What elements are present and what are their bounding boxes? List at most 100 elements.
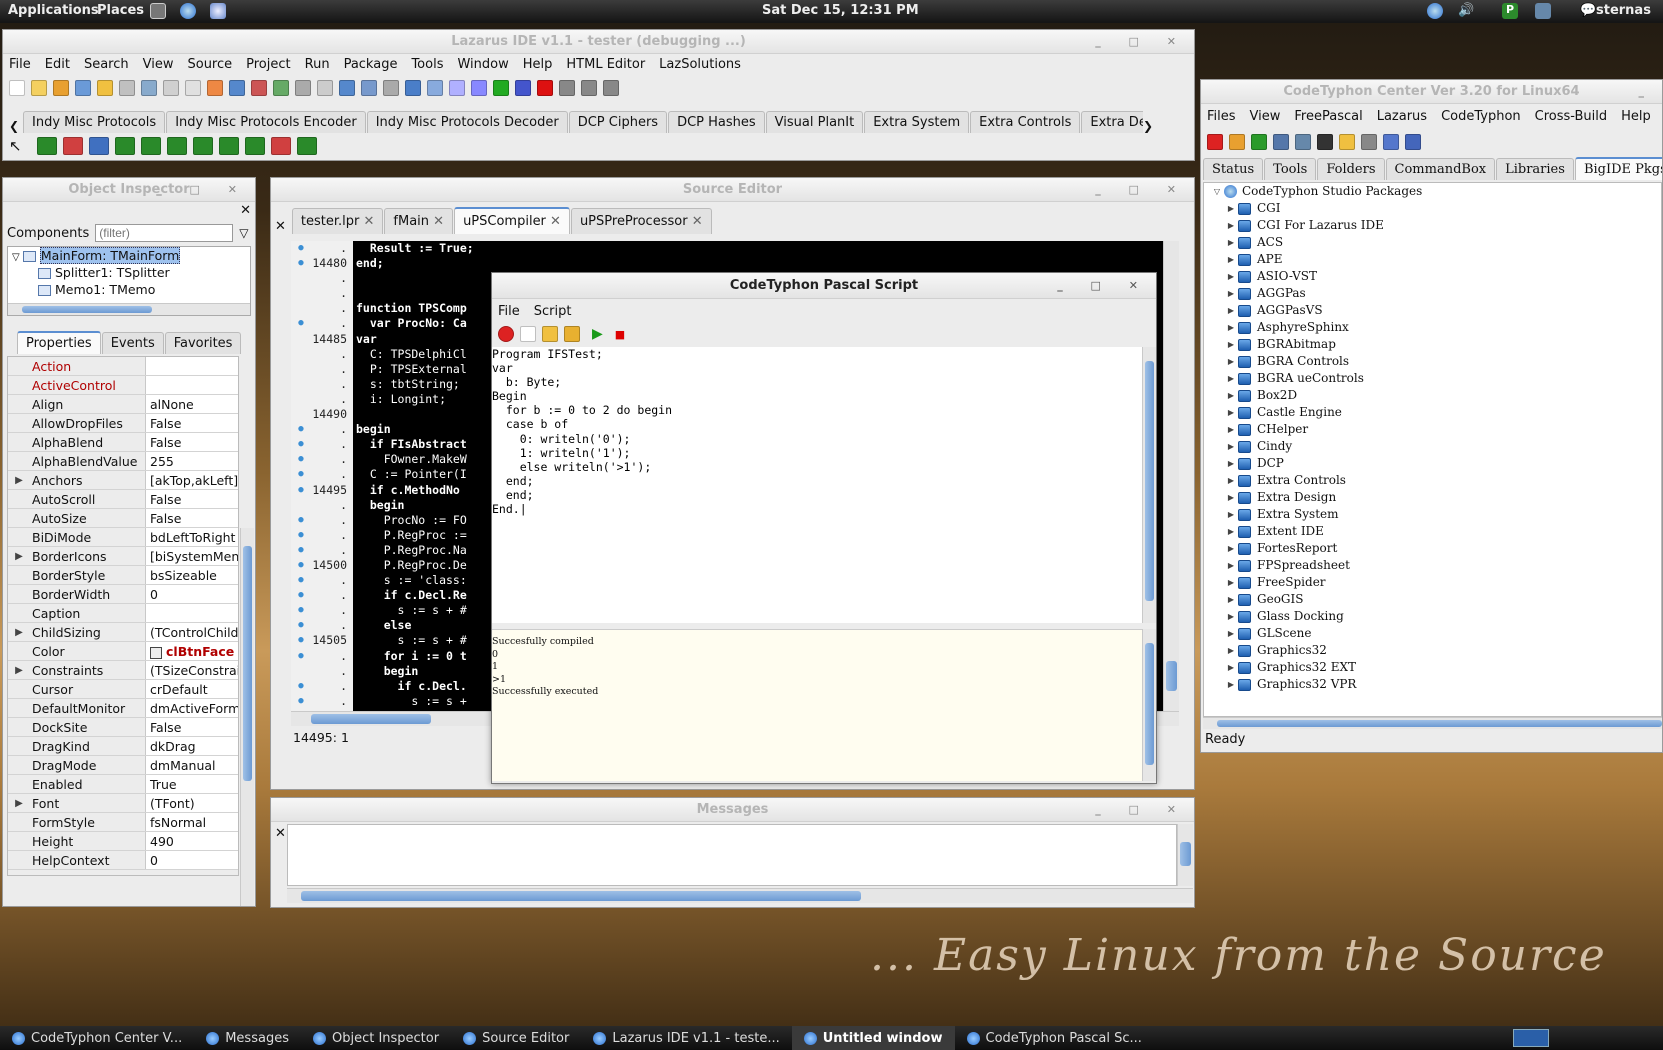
property-value[interactable]: bsSizeable [146,566,238,584]
property-value[interactable]: fsNormal [146,813,238,831]
package-item[interactable]: ▶ Graphics32 [1210,642,1661,659]
toolbar-tool-4-icon[interactable] [75,80,91,96]
toolbar-tool-14-icon[interactable] [295,80,311,96]
package-item[interactable]: ▶ Box2D [1210,387,1661,404]
property-row[interactable]: ▶ BorderIcons [biSystemMen [8,547,238,566]
breakpoint-marker-icon[interactable] [291,392,311,407]
window-controls[interactable]: _ [1639,80,1657,104]
taskbar-item-codetyphon-center-v[interactable]: CodeTyphon Center V... [0,1026,194,1050]
center-tool-1-icon[interactable] [1207,134,1223,150]
expand-icon[interactable]: ▶ [1224,455,1238,472]
center-tab-folders[interactable]: Folders [1317,158,1385,180]
package-item[interactable]: ▶ DCP [1210,455,1661,472]
pascal-script-component-3-icon[interactable] [89,137,109,155]
expand-icon[interactable]: ▶ [1224,659,1238,676]
center-menu-cross-build[interactable]: Cross-Build [1535,109,1608,124]
expand-icon[interactable]: ▶ [1224,200,1238,217]
property-value[interactable]: alNone [146,395,238,413]
package-item[interactable]: ▶ ASIO-VST [1210,268,1661,285]
window-controls[interactable]: _ □ ✕ [1095,178,1188,202]
codetyphon-icon[interactable] [180,3,196,19]
package-item[interactable]: ▶ CGI [1210,200,1661,217]
property-row[interactable]: ActiveControl [8,376,238,395]
menu-source[interactable]: Source [187,57,232,72]
expand-icon[interactable]: ▶ [1224,404,1238,421]
toolbar-tool-9-icon[interactable] [185,80,201,96]
center-menu-files[interactable]: Files [1207,109,1236,124]
property-row[interactable]: Color clBtnFace [8,642,238,661]
center-tool-9-icon[interactable] [1383,134,1399,150]
menu-help[interactable]: Help [523,57,553,72]
editor-vertical-scrollbar[interactable] [1163,241,1179,711]
package-item[interactable]: ▶ Extra System [1210,506,1661,523]
palette-tab-dcp-ciphers[interactable]: DCP Ciphers [568,111,668,133]
package-item[interactable]: ▶ FreeSpider [1210,574,1661,591]
palette-tab-indy-misc-protocols-decoder[interactable]: Indy Misc Protocols Decoder [366,111,568,133]
toolbar-tool-18-icon[interactable] [383,80,399,96]
expand-icon[interactable]: ▶ [1224,251,1238,268]
menu-package[interactable]: Package [344,57,398,72]
pascal-script-component-4-icon[interactable] [115,137,135,155]
open-folder-icon[interactable] [542,326,558,342]
close-icon[interactable]: ✕ [688,214,703,229]
expand-icon[interactable]: ▽ [12,252,23,263]
property-row[interactable]: BorderStyle bsSizeable [8,566,238,585]
center-tool-4-icon[interactable] [1273,134,1289,150]
palette-tab-extra-controls[interactable]: Extra Controls [970,111,1081,133]
package-item[interactable]: ▶ CGI For Lazarus IDE [1210,217,1661,234]
package-item[interactable]: ▶ FPSpreadsheet [1210,557,1661,574]
new-file-icon[interactable] [520,326,536,342]
pascal-script-component-8-icon[interactable] [219,137,239,155]
expand-icon[interactable]: ▶ [1224,421,1238,438]
property-value[interactable]: False [146,718,238,736]
user-name[interactable]: sternas [1596,3,1651,18]
pascal-script-component-10-icon[interactable] [271,137,291,155]
taskbar-item-codetyphon-pascal-sc[interactable]: CodeTyphon Pascal Sc... [955,1026,1154,1050]
center-tool-10-icon[interactable] [1405,134,1421,150]
property-row[interactable]: ▶ Constraints (TSizeConstrai [8,661,238,680]
property-value[interactable]: False [146,509,238,527]
package-item[interactable]: ▶ AsphyreSphinx [1210,319,1661,336]
package-item[interactable]: ▶ Extra Controls [1210,472,1661,489]
breakpoint-marker-icon[interactable]: ● [291,422,311,437]
expand-icon[interactable]: ▶ [1224,302,1238,319]
toolbar-tool-8-icon[interactable] [163,80,179,96]
center-tab-bigide-pkgs[interactable]: BigIDE Pkgs [1574,157,1662,180]
toolbar-tool-10-icon[interactable] [207,80,223,96]
expand-icon[interactable]: ▶ [8,623,30,641]
property-row[interactable]: DragKind dkDrag [8,737,238,756]
taskbar-item-lazarus-ide-v1-1-teste[interactable]: Lazarus IDE v1.1 - teste... [581,1026,791,1050]
clock[interactable]: Sat Dec 15, 12:31 PM [762,3,919,18]
expand-icon[interactable]: ▶ [1224,438,1238,455]
gear-icon[interactable] [210,3,226,19]
volume-icon[interactable]: 🔊 [1458,3,1474,18]
toolbar-tool-17-icon[interactable] [361,80,377,96]
expand-icon[interactable]: ▶ [1224,574,1238,591]
property-value[interactable]: (TFont) [146,794,238,812]
property-row[interactable]: ▶ ChildSizing (TControlChild [8,623,238,642]
pascal-script-titlebar[interactable]: CodeTyphon Pascal Script _ □ ✕ [492,273,1156,299]
center-tool-2-icon[interactable] [1229,134,1245,150]
property-value[interactable]: 490 [146,832,238,850]
package-item[interactable]: ▶ ACS [1210,234,1661,251]
property-value[interactable] [146,357,238,375]
toolbar-tool-13-icon[interactable] [273,80,289,96]
palette-tab-indy-misc-protocols-encoder[interactable]: Indy Misc Protocols Encoder [166,111,366,133]
messages-list[interactable] [287,824,1177,886]
center-menu-freepascal[interactable]: FreePascal [1294,109,1362,124]
breakpoint-marker-icon[interactable]: ● [291,694,311,709]
workspace-switcher-icon[interactable] [1513,1029,1549,1047]
expand-icon[interactable]: ▶ [1224,523,1238,540]
property-value[interactable]: bdLeftToRight [146,528,238,546]
toolbar-tool-1-icon[interactable] [9,80,25,96]
window-controls[interactable]: _ □ ✕ [156,178,249,202]
property-row[interactable]: AutoScroll False [8,490,238,509]
breakpoint-marker-icon[interactable] [291,271,311,286]
center-titlebar[interactable]: CodeTyphon Center Ver 3.20 for Linux64 _ [1201,80,1662,104]
close-icon[interactable]: ✕ [429,214,444,229]
breakpoint-marker-icon[interactable]: ● [291,603,311,618]
package-item[interactable]: ▶ AGGPas [1210,285,1661,302]
package-item[interactable]: ▶ Extra Design [1210,489,1661,506]
toolbar-tool-22-icon[interactable] [471,80,487,96]
breakpoint-marker-icon[interactable]: ● [291,573,311,588]
